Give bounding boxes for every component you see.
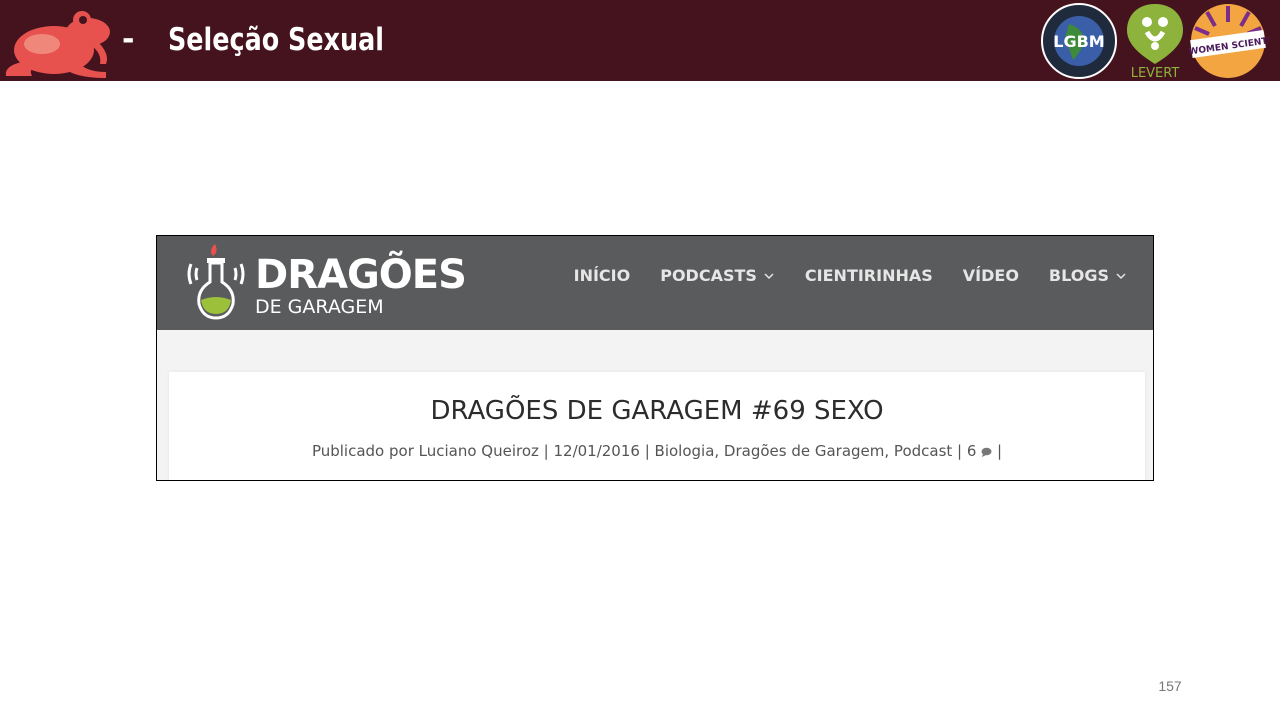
comment-icon[interactable]: [981, 447, 992, 457]
site-logo-title[interactable]: DRAGÕES: [255, 252, 467, 298]
page-number: 157: [1158, 678, 1182, 694]
nav-item-inicio[interactable]: INÍCIO: [574, 266, 631, 285]
500-women-logo-text: 500 WOMEN SCIENTISTS: [1187, 33, 1269, 60]
lgbm-logo-text: LGBM: [1053, 32, 1104, 51]
levert-logo: LEVERT: [1127, 4, 1183, 80]
nav-item-label: BLOGS: [1048, 266, 1109, 285]
website-screenshot: DRAGÕES DE GARAGEM INÍCIO PODCASTS CIENT…: [156, 235, 1154, 481]
nav-item-label: PODCASTS: [660, 266, 757, 285]
nav-item-video[interactable]: VÍDEO: [963, 266, 1019, 285]
chevron-down-icon: [1116, 272, 1126, 279]
levert-logo-text: LEVERT: [1131, 66, 1180, 80]
nav-item-blogs[interactable]: BLOGS: [1049, 266, 1127, 285]
lgbm-logo: LGBM: [1041, 3, 1117, 79]
flask-logo-icon: [187, 244, 245, 320]
site-header: DRAGÕES DE GARAGEM INÍCIO PODCASTS CIENT…: [157, 236, 1153, 330]
post-card: DRAGÕES DE GARAGEM #69 SEXO Publicado po…: [169, 372, 1145, 480]
post-title[interactable]: DRAGÕES DE GARAGEM #69 SEXO: [169, 396, 1145, 426]
post-meta-text: Publicado por Luciano Queiroz | 12/01/20…: [311, 442, 977, 460]
site-logo-subtitle: DE GARAGEM: [255, 296, 384, 318]
chevron-down-icon: [764, 272, 774, 279]
frog-icon: [5, 11, 110, 78]
nav-item-cientirinhas[interactable]: CIENTIRINHAS: [805, 266, 933, 285]
slide-title: Seleção Sexual: [168, 22, 384, 58]
site-nav: INÍCIO PODCASTS CIENTIRINHAS VÍDEO BLOGS: [574, 266, 1127, 285]
nav-item-label: CIENTIRINHAS: [804, 266, 933, 285]
post-meta-suffix: |: [996, 442, 1003, 460]
nav-item-podcasts[interactable]: PODCASTS: [660, 266, 775, 285]
nav-item-label: INÍCIO: [573, 266, 631, 285]
slide-banner: - Seleção Sexual LGBM LEVERT 500 WOMEN S…: [0, 0, 1280, 81]
500-women-logo-label: 500 WOMEN SCIENTISTS: [1187, 33, 1269, 60]
post-meta: Publicado por Luciano Queiroz | 12/01/20…: [169, 442, 1145, 460]
title-dash: -: [122, 22, 135, 57]
nav-item-label: VÍDEO: [962, 266, 1019, 285]
